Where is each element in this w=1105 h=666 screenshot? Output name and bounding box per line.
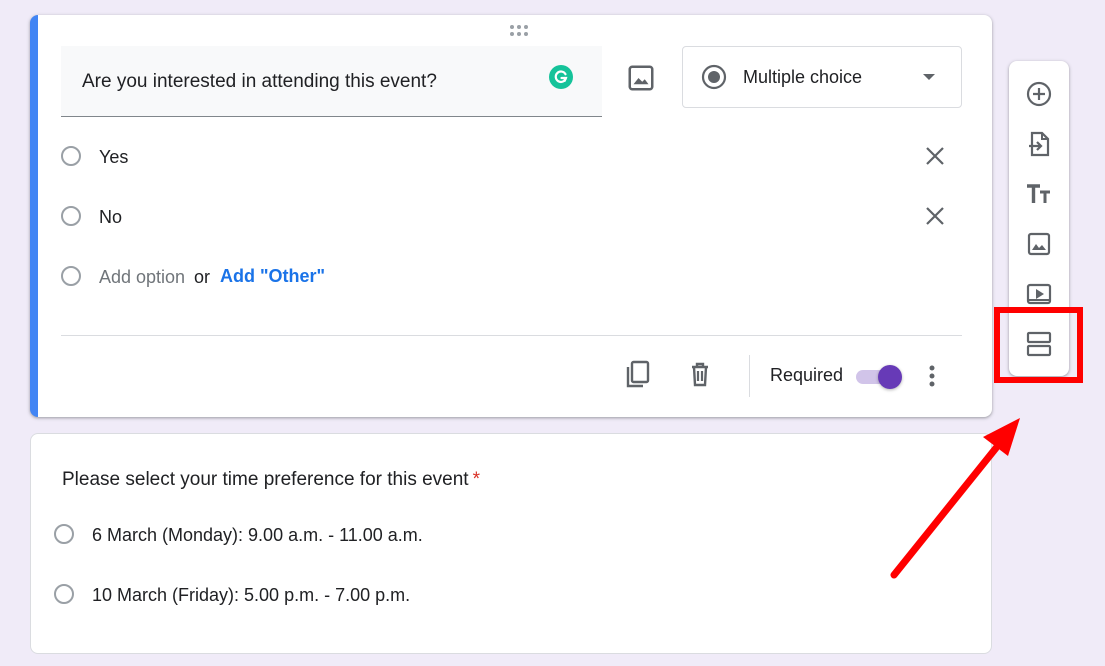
question-title-input[interactable]: Are you interested in attending this eve… (61, 46, 602, 117)
required-label: Required (770, 365, 844, 385)
radio-button-checked-icon (701, 64, 727, 90)
option-label: 10 March (Friday): 5.00 p.m. - 7.00 p.m. (92, 585, 411, 605)
add-question-icon[interactable] (1024, 79, 1054, 109)
add-option-row: Add option or Add "Other" (61, 266, 961, 296)
option-row: No (61, 206, 961, 236)
add-image-icon[interactable] (1024, 229, 1054, 259)
question-card[interactable]: Please select your time preference for t… (30, 433, 992, 654)
required-toggle[interactable] (856, 365, 902, 389)
radio-button (61, 206, 81, 226)
drag-handle-icon[interactable] (510, 25, 530, 37)
option-label[interactable]: Yes (99, 147, 128, 168)
chevron-down-icon (923, 74, 935, 80)
radio-button (61, 266, 81, 286)
add-option-button[interactable]: Add option (99, 267, 185, 288)
toggle-thumb (878, 365, 902, 389)
option-label[interactable]: No (99, 207, 122, 228)
close-icon[interactable] (921, 142, 949, 170)
duplicate-icon[interactable] (622, 358, 654, 390)
option-row[interactable]: 6 March (Monday): 9.00 a.m. - 11.00 a.m. (54, 524, 954, 554)
import-questions-icon[interactable] (1024, 129, 1054, 159)
add-option-separator: or (194, 267, 211, 287)
delete-icon[interactable] (684, 358, 716, 390)
add-other-button[interactable]: Add "Other" (220, 266, 325, 287)
add-image-icon[interactable] (626, 63, 656, 93)
highlight-annotation (994, 307, 1083, 383)
more-vert-icon[interactable] (920, 361, 944, 391)
option-row: Yes (61, 146, 961, 176)
question-title: Please select your time preference for t… (62, 469, 480, 491)
option-label: 6 March (Monday): 9.00 a.m. - 11.00 a.m. (92, 525, 423, 545)
question-type-label: Multiple choice (743, 67, 863, 87)
required-marker: * (472, 469, 480, 490)
question-title-text: Please select your time preference for t… (62, 469, 469, 490)
add-title-icon[interactable] (1024, 179, 1054, 209)
radio-button[interactable] (54, 584, 74, 604)
question-card-active[interactable]: Are you interested in attending this eve… (30, 15, 992, 417)
option-row[interactable]: 10 March (Friday): 5.00 p.m. - 7.00 p.m. (54, 584, 954, 614)
arrow-annotation-icon (890, 418, 1020, 579)
add-video-icon[interactable] (1024, 279, 1054, 309)
footer-separator (749, 355, 750, 397)
question-type-select[interactable]: Multiple choice (682, 46, 962, 108)
radio-button[interactable] (54, 524, 74, 544)
footer-divider (61, 335, 962, 336)
radio-button (61, 146, 81, 166)
close-icon[interactable] (921, 202, 949, 230)
question-title-text: Are you interested in attending this eve… (82, 71, 437, 92)
grammarly-icon[interactable] (549, 65, 573, 89)
